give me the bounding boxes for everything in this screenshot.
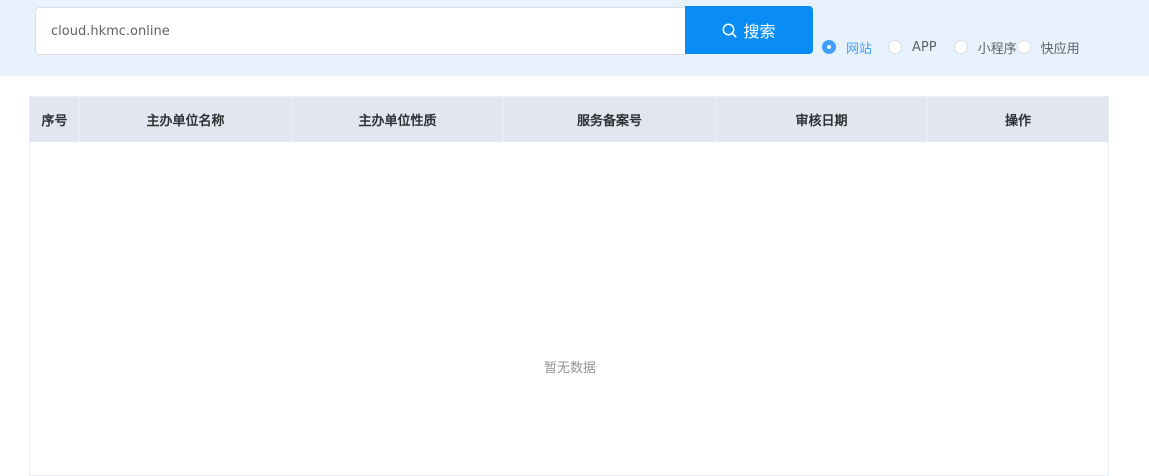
radio-mini-program[interactable]: 小程序	[953, 38, 1017, 57]
radio-app-label: APP	[912, 39, 937, 55]
radio-mini-program-dot[interactable]	[953, 40, 968, 54]
radio-quick-app-dot[interactable]	[1016, 40, 1031, 54]
search-icon	[723, 23, 738, 38]
radio-website-label: 网站	[846, 41, 873, 57]
empty-state-text: 暂无数据	[543, 361, 596, 376]
radio-app-dot[interactable]	[888, 40, 903, 54]
column-header-license-number: 服务备案号	[504, 97, 716, 142]
results-table: 序号 主办单位名称 主办单位性质 服务备案号 审核日期 操作 暂无数据	[29, 96, 1109, 476]
table-header: 序号 主办单位名称 主办单位性质 服务备案号 审核日期 操作	[30, 97, 1108, 142]
radio-quick-app[interactable]: 快应用	[1016, 38, 1080, 57]
radio-quick-app-label: 快应用	[1040, 41, 1080, 57]
type-radio-group: 网站 APP 小程序 快应用	[822, 37, 1080, 57]
radio-mini-program-label: 小程序	[977, 41, 1017, 57]
search-button[interactable]: 搜索	[685, 6, 813, 54]
radio-app[interactable]: APP	[888, 40, 937, 55]
column-header-actions: 操作	[1004, 114, 1031, 129]
column-header-review-date: 审核日期	[716, 97, 928, 142]
search-input[interactable]	[35, 7, 686, 55]
search-bar: 搜索 网站 APP 小程序 快应用	[0, 0, 1149, 76]
column-header-index: 序号	[30, 97, 80, 142]
column-header-sponsor-type: 主办单位性质	[292, 97, 504, 142]
column-header-sponsor-name: 主办单位名称	[80, 97, 292, 142]
radio-website[interactable]: 网站	[822, 38, 872, 57]
search-button-label: 搜索	[743, 22, 776, 41]
radio-website-dot[interactable]	[822, 40, 836, 54]
